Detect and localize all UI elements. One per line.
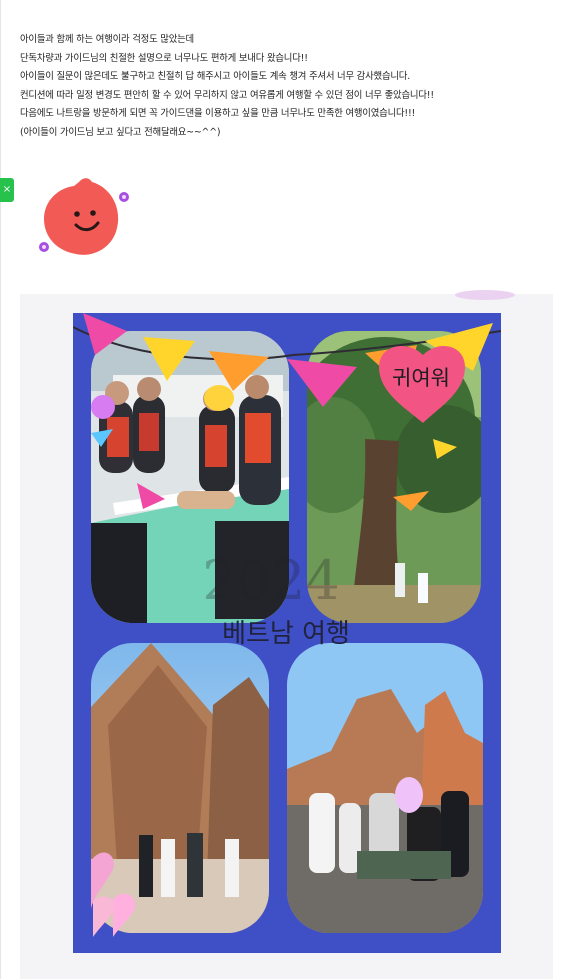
review-line: 단독차량과 가이드님의 친절한 설명으로 너무나도 편하게 보내다 왔습니다!! [20,52,308,64]
tower-photo [91,643,269,933]
temple-photo [287,643,483,933]
review-body: 아이들과 함께 하는 여행이라 걱정도 많았는데 단독차량과 가이드님의 친절한… [20,31,560,143]
review-line: 컨디션에 따라 일정 변경도 편안히 할 수 있어 무리하지 않고 여유롭게 여… [20,89,434,101]
year-watermark: 2024 [202,549,339,612]
review-line: (아이들이 가이드님 보고 싶다고 전해달래요~~^^) [20,126,221,138]
collage-caption: 베트남 여행 [222,619,350,649]
smiling-blob-sticker-icon [39,178,129,255]
review-line: 다음에도 나트랑을 방문하게 되면 꼭 가이드댄을 이용하고 싶을 만큼 너무나… [20,108,416,120]
review-line: 아이들이 질문이 많은데도 불구하고 친절히 답 해주시고 아이들도 계속 챙겨… [20,71,410,83]
review-line: 아이들과 함께 하는 여행이라 걱정도 많았는데 [20,34,194,45]
side-close-tab[interactable]: × [0,178,14,202]
heart-caption: 귀여워 [392,366,450,390]
decorative-blob [455,290,515,300]
collage-artwork: 귀여워 2024 베트남 여행 [73,313,501,937]
trip-photo-collage[interactable]: 귀여워 2024 베트남 여행 [73,313,501,953]
review-page: × 아이들과 함께 하는 여행이라 걱정도 많았는데 단독차량과 가이드님의 친… [0,0,571,979]
close-icon: × [2,184,12,195]
content-divider [0,0,1,979]
